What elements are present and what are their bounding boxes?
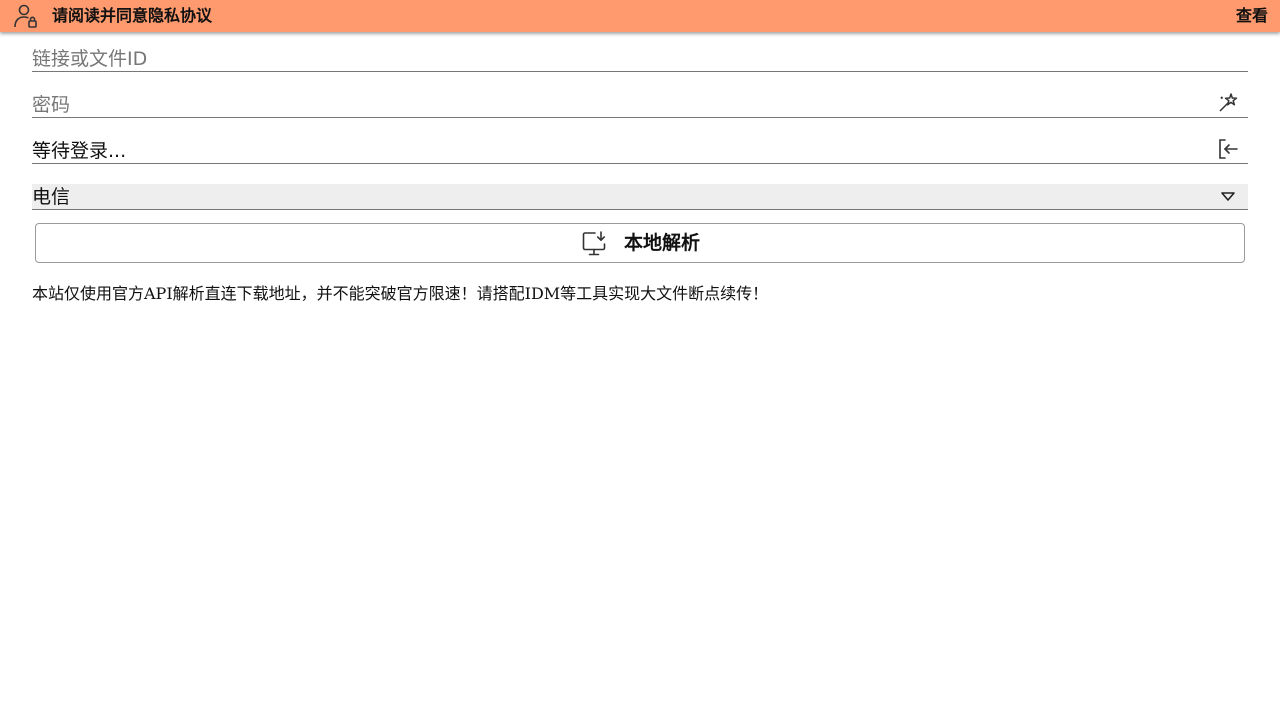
privacy-notice-bar: 请阅读并同意隐私协议 查看 — [0, 0, 1280, 32]
password-field — [32, 92, 1248, 118]
link-input[interactable] — [32, 46, 1192, 72]
privacy-notice-text: 请阅读并同意隐私协议 — [52, 6, 213, 25]
magic-wand-icon[interactable] — [1216, 91, 1240, 115]
isp-select[interactable]: 电信 — [32, 184, 1248, 210]
link-field — [32, 46, 1248, 72]
chevron-down-icon — [1220, 189, 1236, 203]
isp-select-value: 电信 — [32, 186, 71, 208]
local-parse-button-label: 本地解析 — [624, 232, 701, 254]
view-privacy-link[interactable]: 查看 — [1236, 0, 1268, 32]
password-input[interactable] — [32, 92, 1192, 118]
monitor-download-icon — [581, 230, 609, 258]
login-icon[interactable] — [1216, 137, 1240, 161]
local-parse-button[interactable]: 本地解析 — [35, 223, 1245, 263]
user-lock-icon — [12, 3, 38, 29]
login-status: 等待登录... — [32, 140, 127, 162]
login-field: 等待登录... — [32, 138, 1248, 164]
disclaimer-text: 本站仅使用官方API解析直连下载地址，并不能突破官方限速！请搭配IDM等工具实现… — [32, 284, 769, 303]
